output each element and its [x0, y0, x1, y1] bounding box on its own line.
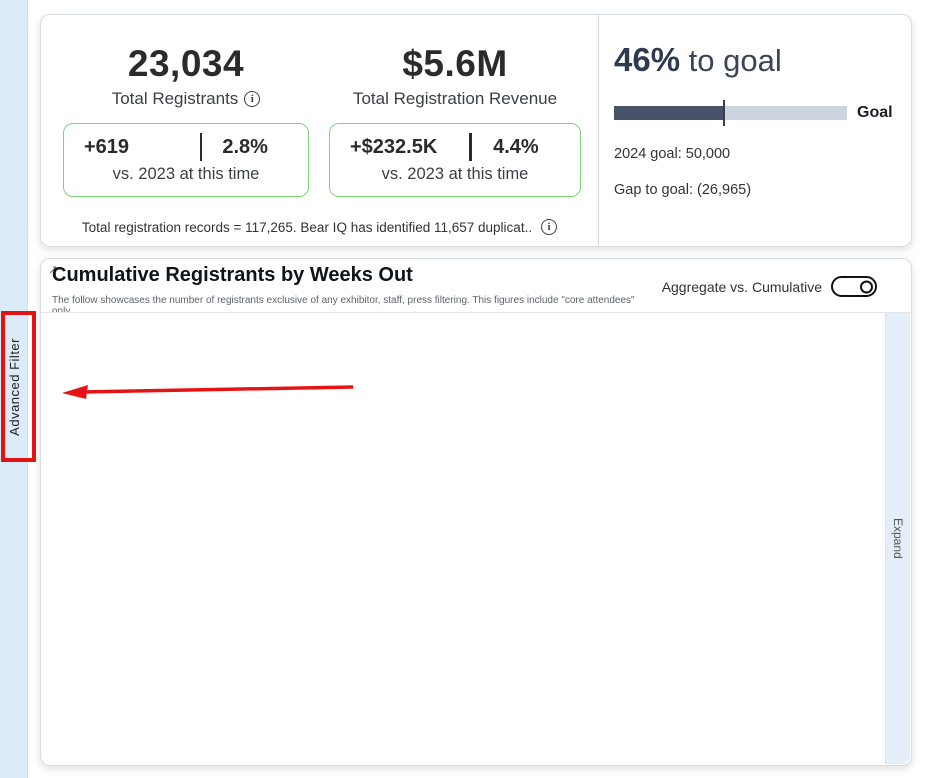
goal-suffix: to goal — [680, 43, 782, 78]
records-footnote-text: Total registration records = 117,265. Be… — [82, 220, 532, 235]
cumulative-chart-card: Cumulative Registrants by Weeks Out The … — [40, 258, 912, 766]
revenue-label: Total Registration Revenue — [353, 89, 557, 109]
goal-progress-fill — [614, 106, 724, 120]
goal-percent: 46% — [614, 41, 680, 78]
registrants-delta-caption: vs. 2023 at this time — [64, 165, 308, 184]
records-footnote: Total registration records = 117,265. Be… — [41, 219, 598, 235]
aggregate-cumulative-toggle[interactable] — [831, 276, 877, 297]
goal-progress-tick — [723, 100, 725, 126]
goal-bar-label: Goal — [857, 104, 893, 122]
registrants-delta-abs: +619 — [84, 136, 129, 159]
kpi-area: 23,034 Total Registrants i +619 2.8% vs.… — [41, 15, 598, 246]
revenue-delta-caption: vs. 2023 at this time — [330, 165, 580, 184]
registrants-label: Total Registrants — [112, 89, 239, 109]
revenue-delta-pct: 4.4% — [472, 136, 560, 159]
revenue-delta-abs: +$232.5K — [350, 136, 437, 159]
delta-row: +619 2.8% — [64, 132, 308, 162]
advanced-filter-label: Advanced Filter — [7, 338, 22, 436]
toggle-knob — [860, 280, 873, 293]
info-icon[interactable]: i — [244, 91, 260, 107]
expand-label: Expand — [891, 518, 905, 559]
goal-progress-track — [614, 106, 847, 120]
expand-strip[interactable]: Expand — [885, 313, 910, 764]
chart-title: Cumulative Registrants by Weeks Out — [52, 264, 413, 287]
chart-plot-area: Expand — [42, 313, 910, 764]
kpi-summary-card: 23,034 Total Registrants i +619 2.8% vs.… — [40, 14, 912, 247]
goal-target-text: 2024 goal: 50,000 — [614, 146, 730, 162]
revenue-value: $5.6M — [329, 43, 581, 85]
advanced-filter-tab[interactable]: Advanced Filter — [0, 316, 28, 458]
registrants-kpi: 23,034 Total Registrants i +619 2.8% vs.… — [63, 15, 309, 197]
registrants-value: 23,034 — [63, 43, 309, 85]
goal-heading: 46% to goal — [614, 41, 912, 79]
revenue-delta-box: +$232.5K 4.4% vs. 2023 at this time — [329, 123, 581, 197]
revenue-label-row: Total Registration Revenue — [329, 89, 581, 109]
goal-gap-text: Gap to goal: (26,965) — [614, 182, 751, 198]
revenue-kpi: $5.6M Total Registration Revenue +$232.5… — [329, 15, 581, 197]
aggregate-toggle-label: Aggregate vs. Cumulative — [662, 279, 822, 295]
registrants-delta-pct: 2.8% — [202, 136, 288, 159]
goal-section: 46% to goal Goal 2024 goal: 50,000 Gap t… — [599, 15, 912, 246]
registrants-delta-box: +619 2.8% vs. 2023 at this time — [63, 123, 309, 197]
delta-row: +$232.5K 4.4% — [330, 132, 580, 162]
aggregate-toggle-row: Aggregate vs. Cumulative — [662, 276, 877, 297]
registrants-label-row: Total Registrants i — [63, 89, 309, 109]
info-icon[interactable]: i — [541, 219, 557, 235]
goal-progress-row: Goal — [614, 104, 893, 122]
